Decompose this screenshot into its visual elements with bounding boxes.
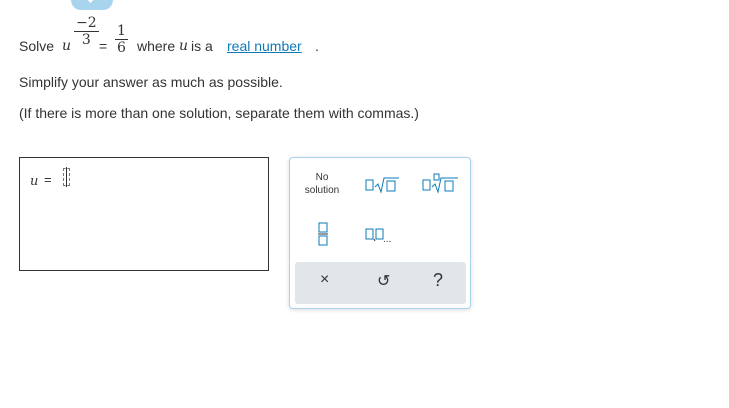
fraction-right-numerator: 1 xyxy=(117,23,126,39)
question-where: where xyxy=(137,38,176,54)
question-variable: u xyxy=(62,38,72,54)
undo-button[interactable]: ↺ xyxy=(377,271,390,291)
list-ellipsis: ... xyxy=(383,234,392,245)
collapse-tab[interactable] xyxy=(71,0,113,10)
no-solution-label-2: solution xyxy=(304,185,340,196)
question-variable-2: u xyxy=(179,38,189,54)
question-period: . xyxy=(315,38,319,54)
fraction-left: −2 3 xyxy=(74,15,99,48)
fraction-icon xyxy=(318,222,328,246)
fraction-left-denominator: 3 xyxy=(81,32,91,48)
instruction-commas: (If there is more than one solution, sep… xyxy=(19,105,419,121)
no-solution-button[interactable]: No solution xyxy=(298,171,346,197)
answer-input-slot[interactable] xyxy=(63,167,70,187)
real-number-link[interactable]: real number xyxy=(227,38,302,54)
question-is-a: is a xyxy=(191,38,213,54)
square-root-icon xyxy=(365,177,399,194)
answer-equals: = xyxy=(44,172,52,187)
nth-root-button[interactable] xyxy=(422,173,460,195)
fraction-right: 1 6 xyxy=(115,23,128,56)
list-button[interactable]: ... xyxy=(365,227,403,245)
fraction-left-numerator: −2 xyxy=(76,15,97,31)
no-solution-label-1: No xyxy=(315,172,329,183)
answer-input-area[interactable]: u = xyxy=(19,157,269,271)
fraction-right-denominator: 6 xyxy=(117,40,126,56)
fraction-button[interactable] xyxy=(317,222,329,246)
help-button[interactable]: ? xyxy=(433,270,443,291)
clear-button[interactable]: × xyxy=(320,271,329,289)
math-keypad: No solution ... × ↺ ? xyxy=(289,157,471,309)
equals-sign: = xyxy=(99,38,108,54)
sqrt-button[interactable] xyxy=(365,175,401,195)
chevron-down-icon xyxy=(84,0,97,3)
instruction-simplify: Simplify your answer as much as possible… xyxy=(19,74,283,90)
list-boxes-icon xyxy=(365,228,384,242)
nth-root-icon xyxy=(422,173,458,194)
keypad-tool-strip: × ↺ ? xyxy=(295,262,466,304)
question-prefix: Solve xyxy=(19,38,55,54)
answer-variable: u xyxy=(30,174,39,189)
